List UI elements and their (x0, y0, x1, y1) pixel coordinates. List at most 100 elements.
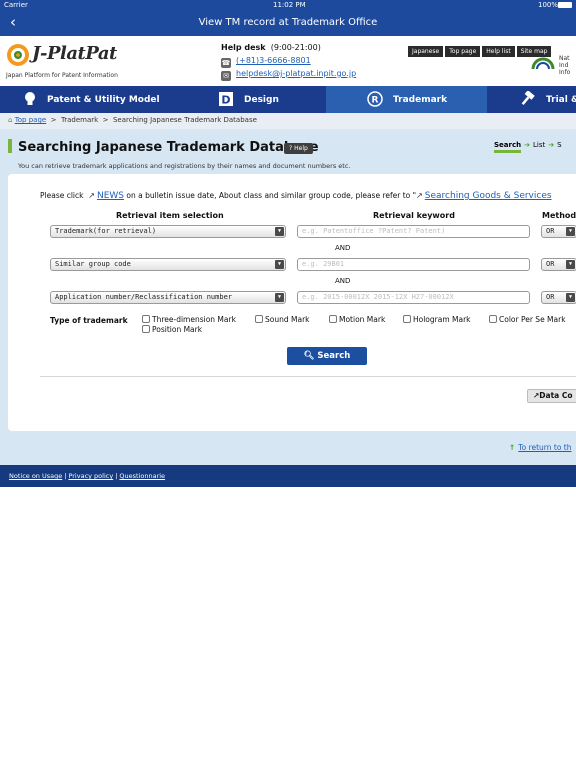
design-icon: D (219, 92, 233, 107)
item-select-2[interactable]: Similar group code ▼ (50, 258, 286, 271)
and-label-1: AND (335, 244, 351, 252)
nav-title: View TM record at Trademark Office (198, 17, 378, 28)
checkbox-box (255, 315, 263, 323)
footer-separator: | (64, 472, 67, 480)
breadcrumb-top-page[interactable]: Top page (15, 116, 47, 124)
logo-icon[interactable] (6, 43, 30, 67)
item-select-1[interactable]: Trademark(for retrieval) ▼ (50, 225, 286, 238)
breadcrumb-current: Searching Japanese Trademark Database (112, 116, 257, 124)
news-link[interactable]: NEWS (97, 191, 124, 201)
tab-design[interactable]: D Design (163, 86, 326, 113)
inpit-icon (531, 57, 555, 70)
method-select-1[interactable]: OR ▼ (541, 225, 576, 238)
main-tabs: Patent & Utility Model D Design R Tradem… (0, 86, 576, 113)
footer-separator: | (115, 472, 118, 480)
questionnaire-link[interactable]: Questionnarie (119, 472, 165, 480)
checkbox-box (489, 315, 497, 323)
type-label: Type of trademark (50, 316, 128, 325)
notice-text: Please click ↗ NEWS on a bulletin issue d… (40, 191, 552, 201)
keyword-input-2[interactable]: e.g. 29B01 (297, 258, 530, 271)
breadcrumb-trademark[interactable]: Trademark (61, 116, 98, 124)
data-coverage-label: Data Co (539, 391, 573, 400)
method-select-2-value: OR (546, 260, 555, 268)
helpdesk-hours: (9:00-21:00) (270, 43, 321, 52)
data-coverage-button[interactable]: ↗Data Co (527, 389, 576, 403)
checkbox-color[interactable]: Color Per Se Mark (489, 315, 566, 324)
chevron-down-icon: ▼ (275, 293, 284, 302)
svg-text:D: D (221, 94, 230, 107)
chevron-down-icon: ▼ (566, 293, 575, 302)
privacy-policy-link[interactable]: Privacy policy (68, 472, 113, 480)
checkbox-label: Three-dimension Mark (152, 315, 236, 324)
checkbox-position[interactable]: Position Mark (142, 325, 202, 334)
page-description: You can retrieve trademark applications … (18, 162, 351, 170)
notice-on-usage-link[interactable]: Notice on Usage (9, 472, 62, 480)
checkbox-label: Sound Mark (265, 315, 310, 324)
helpdesk-label: Help desk (9:00-21:00) (221, 43, 321, 52)
step-search: Search (494, 141, 522, 153)
tab-trial-label: Trial & Appeal (546, 95, 576, 105)
checkbox-box (403, 315, 411, 323)
page-title: Searching Japanese Trademark Database (18, 140, 319, 155)
japanese-link[interactable]: Japanese (408, 46, 444, 57)
step-list: List (532, 141, 546, 149)
search-icon: 🔍︎ (303, 351, 315, 361)
tab-patent[interactable]: Patent & Utility Model (0, 86, 163, 113)
notice-middle: on a bulletin issue date, About class an… (126, 191, 417, 200)
method-select-3-value: OR (546, 293, 555, 301)
item-select-3[interactable]: Application number/Reclassification numb… (50, 291, 286, 304)
lightbulb-icon (25, 92, 35, 105)
chevron-down-icon: ▼ (566, 260, 575, 269)
help-button[interactable]: ? Help (284, 143, 313, 154)
tab-patent-label: Patent & Utility Model (47, 95, 160, 105)
title-accent (8, 139, 12, 153)
keyword-input-3[interactable]: e.g. 2015-00012X 2015-12X H27-00012X (297, 291, 530, 304)
keyword-input-1[interactable]: e.g. Patentoffice ?Patent? Patent) (297, 225, 530, 238)
arrow-up-icon: ↑ (509, 443, 516, 452)
main-content: Searching Japanese Trademark Database ? … (0, 129, 576, 465)
checkbox-label: Hologram Mark (413, 315, 471, 324)
tab-design-label: Design (244, 95, 279, 105)
checkbox-sound[interactable]: Sound Mark (255, 315, 310, 324)
checkbox-motion[interactable]: Motion Mark (329, 315, 385, 324)
checkbox-three-dimension[interactable]: Three-dimension Mark (142, 315, 236, 324)
phone-link[interactable]: (+81)3-6666-8801 (236, 56, 311, 65)
arrow-right-icon: ➔ (548, 141, 555, 149)
help-list-link[interactable]: Help list (482, 46, 515, 57)
method-select-2[interactable]: OR ▼ (541, 258, 576, 271)
goods-services-link[interactable]: Searching Goods & Services (425, 191, 552, 201)
arrow-right-icon: ➔ (524, 141, 530, 149)
tab-trial[interactable]: Trial & Appeal (487, 86, 576, 113)
email-link[interactable]: helpdesk@j-platpat.inpit.go.jp (236, 69, 356, 78)
search-button[interactable]: 🔍︎ Search (287, 347, 367, 365)
return-link[interactable]: To return to th (518, 443, 571, 452)
keyword-input-1-placeholder: e.g. Patentoffice ?Patent? Patent) (302, 227, 446, 235)
inpit-text: Nat Ind Info (559, 55, 570, 76)
gavel-icon (521, 91, 535, 106)
col-keyword-header: Retrieval keyword (373, 211, 455, 220)
checkbox-box (329, 315, 337, 323)
col-item-header: Retrieval item selection (116, 211, 224, 220)
registered-icon: R (367, 91, 383, 107)
site-header: J-PlatPat Japan Platform for Patent Info… (0, 36, 576, 86)
screen: Carrier 11:02 PM 100% ‹ View TM record a… (0, 0, 576, 768)
and-label-2: AND (335, 277, 351, 285)
top-page-link[interactable]: Top page (445, 46, 481, 57)
return-link-row: ↑ To return to th (509, 443, 572, 452)
checkbox-label: Position Mark (152, 325, 203, 334)
keyword-input-3-placeholder: e.g. 2015-00012X 2015-12X H27-00012X (302, 293, 454, 301)
step-indicator: Search ➔ List ➔ S (494, 141, 562, 153)
chevron-down-icon: ▼ (566, 227, 575, 236)
checkbox-box (142, 325, 150, 333)
inpit-line-2: Ind (559, 62, 569, 69)
svg-text:R: R (372, 96, 379, 106)
tab-trademark[interactable]: R Trademark (326, 86, 487, 113)
chevron-down-icon: ▼ (275, 227, 284, 236)
battery-label: 100% (538, 1, 559, 9)
external-link-icon: ↗ (416, 191, 423, 200)
checkbox-label: Color Per Se Mark (499, 315, 566, 324)
logo-text[interactable]: J-PlatPat (32, 43, 117, 64)
method-select-3[interactable]: OR ▼ (541, 291, 576, 304)
phone-row: ☎ (+81)3-6666-8801 (221, 56, 311, 68)
checkbox-hologram[interactable]: Hologram Mark (403, 315, 471, 324)
